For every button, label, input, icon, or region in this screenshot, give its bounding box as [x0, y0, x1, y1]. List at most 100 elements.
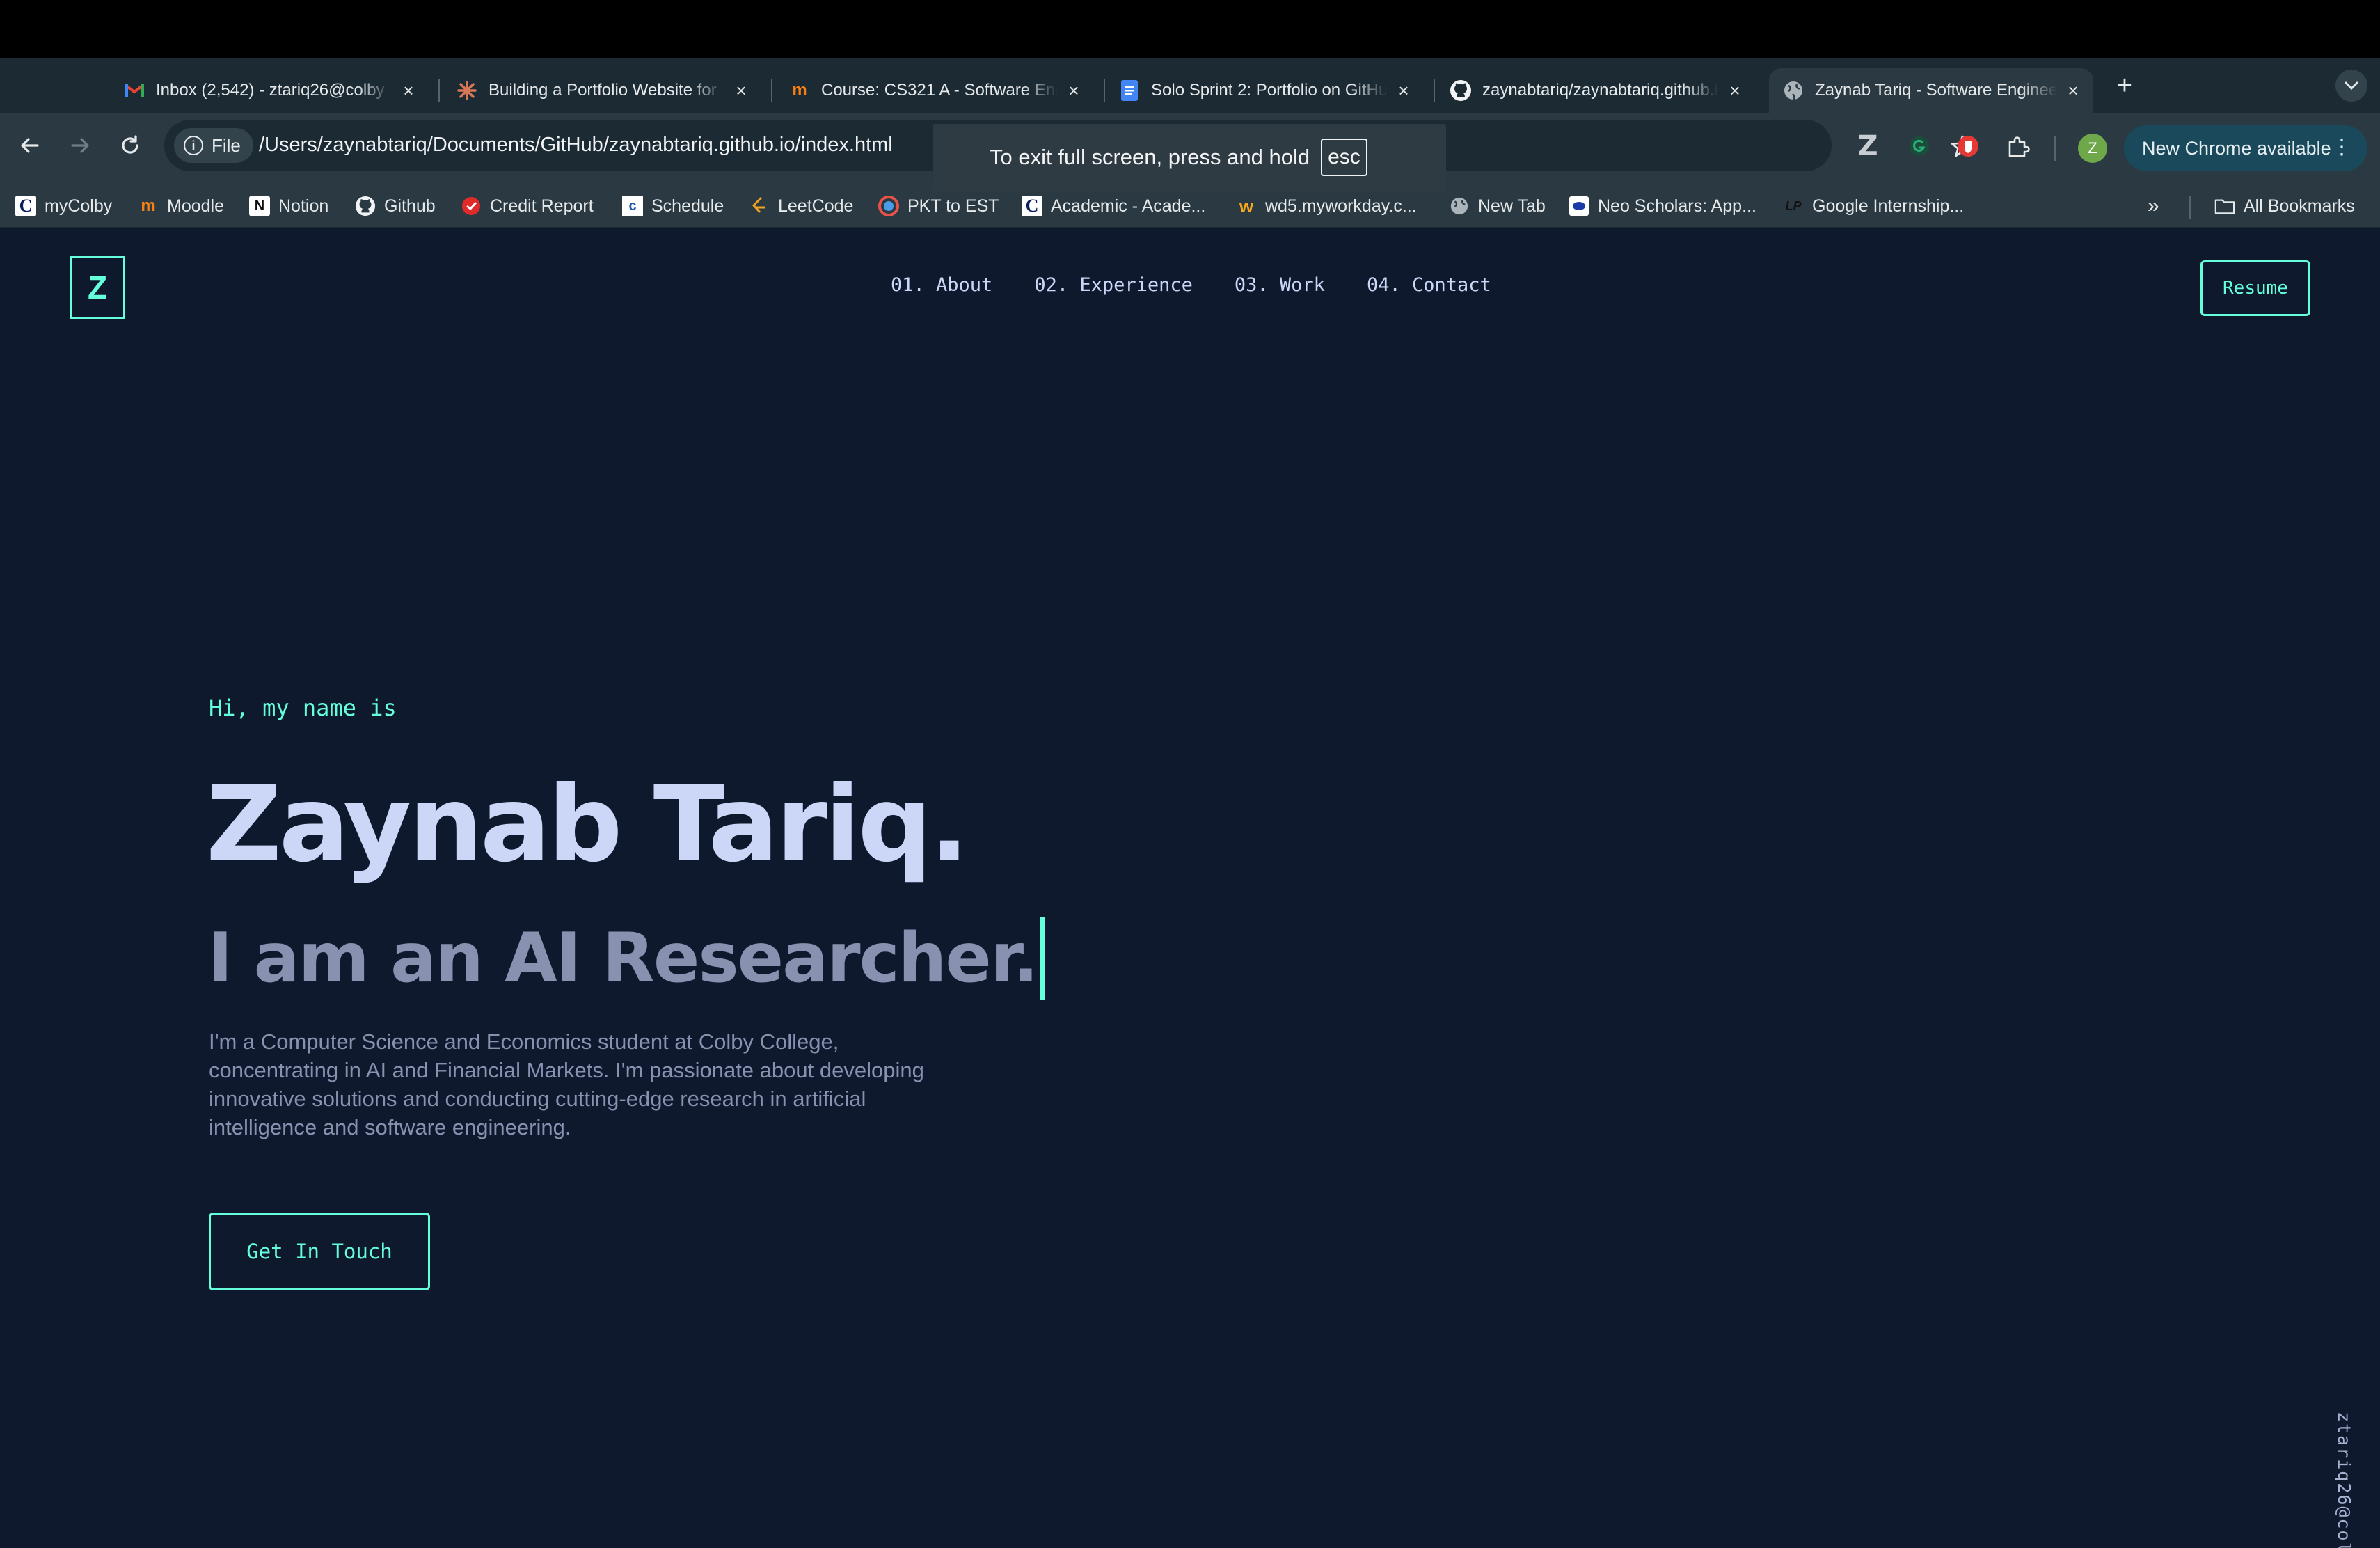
- bookmark-label: wd5.myworkday.c...: [1265, 196, 1417, 216]
- moodle-icon: m: [792, 81, 807, 100]
- bookmark-pkt-to-est[interactable]: PKT to EST: [878, 192, 999, 220]
- esc-key-badge: esc: [1321, 139, 1367, 176]
- tab-strip: Inbox (2,542) - ztariq26@colby × Buildin…: [0, 58, 2380, 113]
- bookmark-google-internship[interactable]: LP Google Internship...: [1783, 192, 1964, 220]
- bookmark-label: Schedule: [651, 196, 724, 216]
- tab-title: zaynabtariq/zaynabtariq.github.io: [1482, 81, 1719, 100]
- timezone-icon: [878, 196, 899, 216]
- extension-shield-icon[interactable]: [1953, 131, 1983, 161]
- new-tab-button[interactable]: +: [2109, 70, 2141, 102]
- get-in-touch-button[interactable]: Get In Touch: [209, 1213, 430, 1290]
- bookmark-mycolby[interactable]: C myColby: [15, 192, 112, 220]
- folder-icon: [2214, 196, 2235, 216]
- info-icon: i: [184, 136, 203, 155]
- update-label: New Chrome available: [2142, 137, 2331, 159]
- reload-button[interactable]: [113, 128, 148, 163]
- portfolio-page: Z 01. About 02. Experience 03. Work 04. …: [0, 228, 2380, 1548]
- all-bookmarks-button[interactable]: All Bookmarks: [2214, 192, 2355, 220]
- bookmark-label: Github: [384, 196, 436, 216]
- close-icon[interactable]: ×: [398, 80, 419, 101]
- tab-title: Zaynab Tariq - Software Engineer: [1815, 81, 2057, 100]
- bookmark-new-tab[interactable]: New Tab: [1449, 192, 1546, 220]
- side-email-link[interactable]: ztariq26@colb: [2334, 1412, 2354, 1548]
- tab-gmail[interactable]: Inbox (2,542) - ztariq26@colby ×: [122, 68, 429, 113]
- tab-moodle-course[interactable]: m Course: CS321 A - Software Engineering…: [788, 68, 1094, 113]
- bookmarks-divider: [2189, 196, 2191, 219]
- url-text[interactable]: /Users/zaynabtariq/Documents/GitHub/zayn…: [259, 134, 893, 157]
- bookmark-label: New Tab: [1478, 196, 1546, 216]
- workday-icon: w: [1239, 195, 1254, 216]
- hero-role-text: I am an AI Researcher.: [207, 919, 1038, 998]
- close-icon[interactable]: ×: [1724, 80, 1745, 101]
- site-logo[interactable]: Z: [70, 256, 125, 319]
- chrome-update-button[interactable]: New Chrome available ⋮: [2124, 125, 2367, 171]
- globe-icon: [1782, 79, 1805, 102]
- close-icon[interactable]: ×: [1063, 80, 1084, 101]
- colby-icon: C: [15, 196, 36, 216]
- bookmark-academic[interactable]: C Academic - Acade...: [1022, 192, 1205, 220]
- toolbar-divider: [2054, 136, 2056, 161]
- extension-grammarly-icon[interactable]: [1904, 131, 1935, 161]
- neo-icon: [1569, 196, 1589, 216]
- hero-description: I'm a Computer Science and Economics stu…: [209, 1029, 924, 1139]
- moodle-icon: m: [141, 196, 156, 215]
- bookmark-label: Notion: [278, 196, 329, 216]
- resume-button[interactable]: Resume: [2200, 260, 2310, 316]
- bookmark-workday[interactable]: w wd5.myworkday.c...: [1236, 192, 1417, 220]
- bookmark-label: Neo Scholars: App...: [1598, 196, 1756, 216]
- extensions-puzzle-icon[interactable]: [2003, 131, 2033, 161]
- nav-link-contact[interactable]: 04. Contact: [1367, 274, 1491, 296]
- bookmark-label: Moodle: [167, 196, 224, 216]
- chevron-down-icon: [2345, 81, 2358, 90]
- tab-title: Inbox (2,542) - ztariq26@colby: [156, 81, 385, 100]
- screen-top-bar: [0, 0, 2380, 58]
- fullscreen-notice: To exit full screen, press and hold esc: [933, 124, 1446, 191]
- tab-divider: [771, 79, 772, 102]
- tab-divider: [1434, 79, 1435, 102]
- reload-icon: [122, 135, 138, 154]
- bookmark-leetcode[interactable]: LeetCode: [749, 192, 853, 220]
- globe-icon: [1449, 196, 1470, 216]
- bookmark-neo-scholars[interactable]: Neo Scholars: App...: [1569, 192, 1756, 220]
- tab-title: Course: CS321 A - Software Engineering: [821, 81, 1058, 100]
- more-menu-icon[interactable]: ⋮: [2331, 135, 2352, 160]
- tab-portfolio-active[interactable]: Zaynab Tariq - Software Engineer ×: [1769, 68, 2093, 113]
- schedule-icon: c: [622, 196, 643, 216]
- close-icon[interactable]: ×: [1393, 80, 1414, 101]
- hero-name: Zaynab Tariq.: [206, 764, 969, 885]
- nav-link-about[interactable]: 01. About: [891, 274, 992, 296]
- bookmark-github[interactable]: Github: [355, 192, 436, 220]
- forward-button[interactable]: [63, 128, 97, 163]
- profile-avatar[interactable]: Z: [2078, 134, 2107, 163]
- tab-github-repo[interactable]: zaynabtariq/zaynabtariq.github.io ×: [1449, 68, 1755, 113]
- fullscreen-notice-text: To exit full screen, press and hold: [990, 145, 1310, 169]
- close-icon[interactable]: ×: [2063, 80, 2084, 101]
- github-icon: [355, 196, 376, 216]
- notion-icon: N: [249, 196, 270, 216]
- credit-report-icon: [461, 196, 482, 216]
- bookmark-label: PKT to EST: [907, 196, 999, 216]
- tab-google-doc[interactable]: Solo Sprint 2: Portfolio on GitHub ×: [1118, 68, 1424, 113]
- close-icon[interactable]: ×: [731, 80, 752, 101]
- bookmark-moodle[interactable]: m Moodle: [138, 192, 224, 220]
- tab-claude[interactable]: Building a Portfolio Website for ×: [455, 68, 761, 113]
- github-icon: [1449, 79, 1473, 102]
- extension-z-icon[interactable]: Z: [1853, 130, 1883, 162]
- bookmark-notion[interactable]: N Notion: [249, 192, 328, 220]
- leetcode-icon: [749, 196, 770, 216]
- tab-title: Building a Portfolio Website for: [489, 81, 717, 100]
- back-button[interactable]: [13, 128, 47, 163]
- hero-intro: Hi, my name is: [209, 695, 397, 721]
- tab-divider: [1104, 79, 1105, 102]
- bookmarks-overflow-button[interactable]: »: [2148, 192, 2159, 220]
- nav-link-experience[interactable]: 02. Experience: [1034, 274, 1193, 296]
- site-info-chip[interactable]: i File: [174, 128, 253, 163]
- bookmark-credit-report[interactable]: Credit Report: [461, 192, 594, 220]
- nav-link-work[interactable]: 03. Work: [1235, 274, 1325, 296]
- bookmark-schedule[interactable]: c Schedule: [622, 192, 724, 220]
- site-info-label: File: [212, 134, 241, 156]
- double-chevron-right-icon: »: [2148, 194, 2159, 217]
- tab-search-button[interactable]: [2335, 70, 2367, 102]
- tab-title: Solo Sprint 2: Portfolio on GitHub: [1151, 81, 1388, 100]
- arrow-right-icon: [71, 138, 89, 153]
